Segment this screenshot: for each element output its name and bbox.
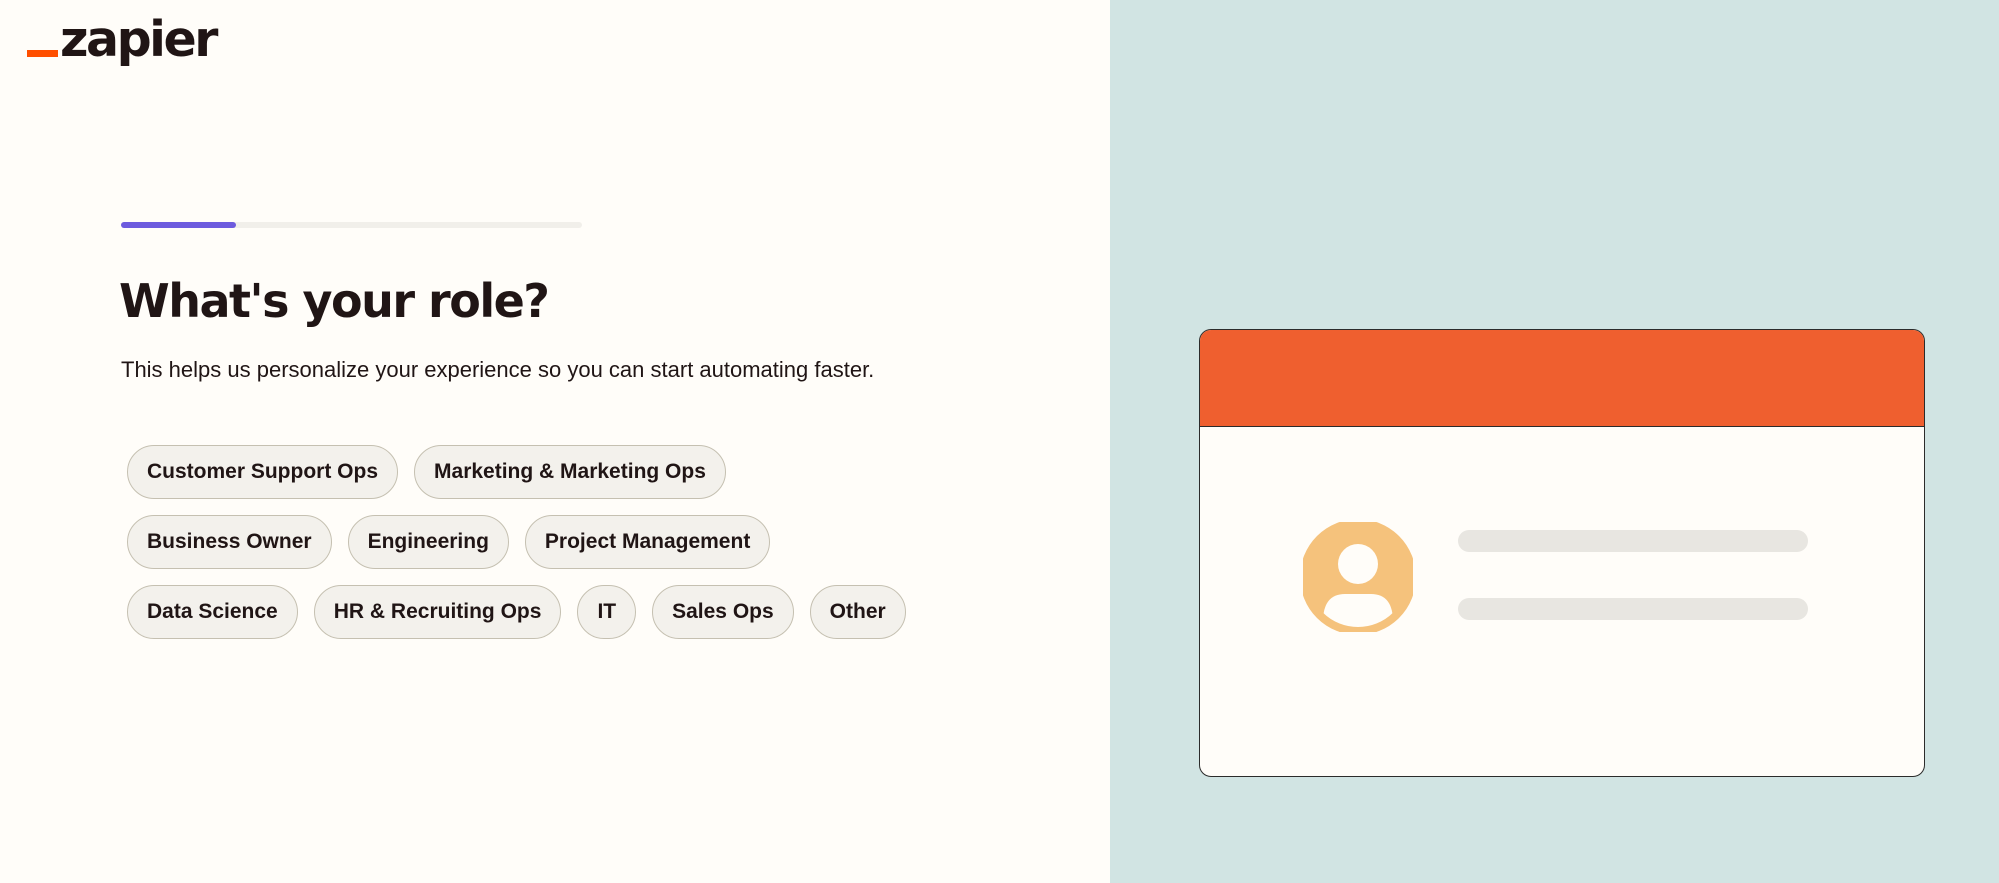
zapier-logo[interactable]: zapier	[27, 10, 218, 70]
role-row-3: Data Science HR & Recruiting Ops IT Sale…	[127, 585, 1027, 639]
role-chip-marketing-ops[interactable]: Marketing & Marketing Ops	[414, 445, 726, 499]
role-chip-other[interactable]: Other	[809, 585, 906, 639]
progress-bar-fill	[121, 222, 237, 228]
role-row-2: Business Owner Engineering Project Manag…	[127, 515, 1027, 569]
placeholder-line-2	[1458, 598, 1808, 620]
role-chip-project-management[interactable]: Project Management	[524, 515, 771, 569]
onboarding-page: zapier What's your role? This helps us p…	[0, 0, 1999, 883]
role-chip-hr-recruiting-ops[interactable]: HR & Recruiting Ops	[313, 585, 562, 639]
progress-bar	[121, 222, 582, 228]
form-panel: zapier What's your role? This helps us p…	[0, 0, 1110, 883]
card-header-band	[1200, 330, 1924, 427]
role-chip-customer-support-ops[interactable]: Customer Support Ops	[127, 445, 399, 499]
profile-card-illustration	[1199, 329, 1925, 777]
role-chip-business-owner[interactable]: Business Owner	[127, 515, 332, 569]
role-chip-engineering[interactable]: Engineering	[347, 515, 509, 569]
page-subtitle: This helps us personalize your experienc…	[121, 357, 875, 382]
role-chip-it[interactable]: IT	[577, 585, 637, 639]
logo-accent-bar	[27, 50, 58, 57]
role-chip-data-science[interactable]: Data Science	[127, 585, 298, 639]
placeholder-line-1	[1458, 530, 1808, 552]
logo-wordmark: zapier	[60, 11, 218, 68]
role-row-1: Customer Support Ops Marketing & Marketi…	[127, 445, 1027, 499]
user-avatar-icon	[1300, 519, 1416, 637]
page-title: What's your role?	[119, 274, 550, 328]
role-options: Customer Support Ops Marketing & Marketi…	[127, 445, 1027, 655]
role-chip-sales-ops[interactable]: Sales Ops	[652, 585, 794, 639]
